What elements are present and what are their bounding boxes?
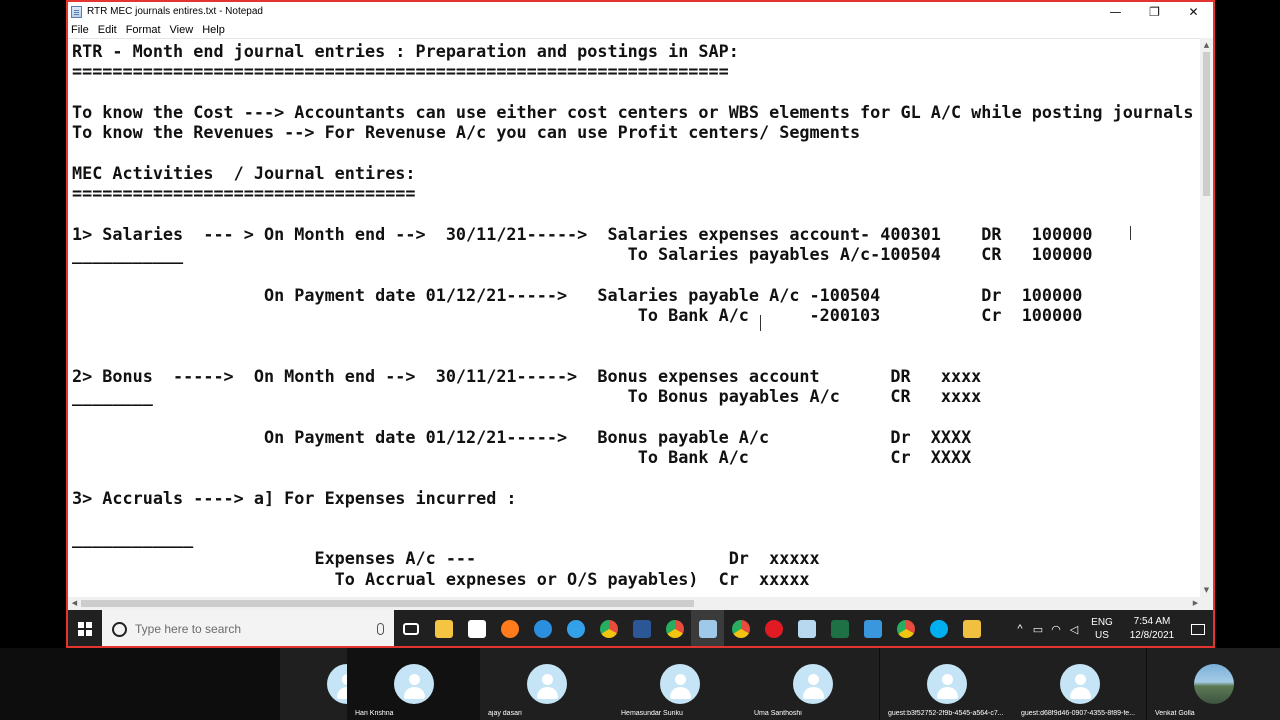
participant-tile[interactable]: guest:b3f52752-2f9b-4545-a564-c7... <box>880 648 1013 720</box>
participant-name: Venkat Golla <box>1155 710 1195 717</box>
maximize-button[interactable]: ❐ <box>1135 2 1174 21</box>
avatar <box>659 664 700 704</box>
participant-name: Hari Krishna <box>355 710 394 717</box>
participant-tile[interactable]: Venkat Golla <box>1147 648 1280 720</box>
keyboard-layout: US <box>1095 630 1109 641</box>
avatar <box>792 664 833 704</box>
excel-icon[interactable] <box>823 610 856 646</box>
menu-edit[interactable]: Edit <box>95 24 123 36</box>
taskbar-apps <box>394 610 988 646</box>
participant-tile[interactable]: ajay dasari <box>480 648 613 720</box>
windows-taskbar: Type here to search ^ ▭ ◠ ◁ ENG US 7:54 … <box>68 610 1213 646</box>
start-button[interactable] <box>68 610 102 646</box>
avatar <box>926 664 967 704</box>
participant-name: Uma Santhoshi <box>754 710 802 717</box>
horizontal-scrollbar[interactable]: ◀ ▶ <box>68 597 1202 610</box>
clock-time: 7:54 AM <box>1133 616 1171 627</box>
notepad-taskbar-icon[interactable] <box>691 610 724 646</box>
edge-icon[interactable] <box>526 610 559 646</box>
scroll-down-arrow-icon[interactable]: ▼ <box>1200 584 1213 596</box>
store-icon[interactable] <box>460 610 493 646</box>
language-indicator[interactable]: ENG US <box>1087 616 1117 642</box>
menu-file[interactable]: File <box>68 24 95 36</box>
participant-name: guest:b3f52752-2f9b-4545-a564-c7... <box>888 710 1004 717</box>
language-code: ENG <box>1091 617 1113 628</box>
avatar <box>1059 664 1100 704</box>
avatar-photo <box>1193 664 1234 704</box>
search-placeholder: Type here to search <box>135 622 242 636</box>
menu-bar: File Edit Format View Help <box>68 21 1213 38</box>
files-icon[interactable] <box>955 610 988 646</box>
avatar <box>526 664 567 704</box>
clock-date: 12/8/2021 <box>1129 630 1175 641</box>
task-view-icon[interactable] <box>394 610 427 646</box>
minimize-button[interactable]: — <box>1096 2 1135 21</box>
participant-tile[interactable]: guest:d68f9d46-0907-4355-8f89-fe... <box>1013 648 1146 720</box>
microphone-icon[interactable] <box>377 623 384 635</box>
notification-center-icon[interactable] <box>1183 623 1213 635</box>
scroll-left-arrow-icon[interactable]: ◀ <box>68 597 81 610</box>
participant-tile[interactable]: Hemasundar Sunku <box>613 648 746 720</box>
participant-strip: Hari Krishna ajay dasari Hemasundar Sunk… <box>0 648 1280 720</box>
chevron-up-icon[interactable]: ^ <box>1011 623 1029 635</box>
mouse-ibeam-icon <box>760 315 768 331</box>
horizontal-scroll-thumb[interactable] <box>81 600 694 607</box>
clock[interactable]: 7:54 AM 12/8/2021 <box>1121 615 1183 643</box>
notepad-title-bar: RTR MEC journals entires.txt - Notepad —… <box>68 2 1213 21</box>
vertical-scroll-thumb[interactable] <box>1203 52 1210 196</box>
avatar <box>393 664 434 704</box>
file-explorer-icon[interactable] <box>427 610 460 646</box>
close-button[interactable]: ✕ <box>1174 2 1213 21</box>
editor-content[interactable]: RTR - Month end journal entries : Prepar… <box>72 41 1193 589</box>
menu-view[interactable]: View <box>167 24 200 36</box>
participant-tile[interactable]: Hari Krishna <box>347 648 480 720</box>
menu-help[interactable]: Help <box>199 24 231 36</box>
participant-tile[interactable]: Uma Santhoshi <box>746 648 879 720</box>
volume-icon[interactable]: ◁ <box>1065 623 1083 636</box>
taskbar-search-box[interactable]: Type here to search <box>102 610 394 646</box>
text-editor[interactable]: RTR - Month end journal entries : Prepar… <box>68 38 1202 597</box>
system-tray: ^ ▭ ◠ ◁ ENG US 7:54 AM 12/8/2021 <box>1011 610 1213 646</box>
remote-desktop-icon[interactable] <box>856 610 889 646</box>
chrome-profile-icon[interactable] <box>658 610 691 646</box>
participant-name: ajay dasari <box>488 710 522 717</box>
participant-name: Hemasundar Sunku <box>621 710 683 717</box>
shared-screen: RTR MEC journals entires.txt - Notepad —… <box>66 0 1215 648</box>
skype-icon[interactable] <box>922 610 955 646</box>
scrollbar-corner <box>1200 597 1213 610</box>
internet-explorer-icon[interactable] <box>559 610 592 646</box>
vertical-scrollbar[interactable]: ▲ ▼ <box>1200 38 1213 597</box>
menu-format[interactable]: Format <box>123 24 167 36</box>
chrome-third-icon[interactable] <box>889 610 922 646</box>
opera-icon[interactable] <box>757 610 790 646</box>
notepad-icon <box>71 5 82 18</box>
network-icon[interactable]: ◠ <box>1047 623 1065 636</box>
word-icon[interactable] <box>625 610 658 646</box>
chrome-second-icon[interactable] <box>724 610 757 646</box>
participant-name: guest:d68f9d46-0907-4355-8f89-fe... <box>1021 710 1136 717</box>
scroll-up-arrow-icon[interactable]: ▲ <box>1200 39 1213 51</box>
windows-logo-icon <box>78 622 92 636</box>
battery-icon[interactable]: ▭ <box>1029 623 1047 636</box>
notepad-second-icon[interactable] <box>790 610 823 646</box>
firefox-icon[interactable] <box>493 610 526 646</box>
chrome-icon[interactable] <box>592 610 625 646</box>
search-icon <box>112 621 127 637</box>
window-title: RTR MEC journals entires.txt - Notepad <box>87 6 263 17</box>
text-cursor <box>1130 226 1138 240</box>
